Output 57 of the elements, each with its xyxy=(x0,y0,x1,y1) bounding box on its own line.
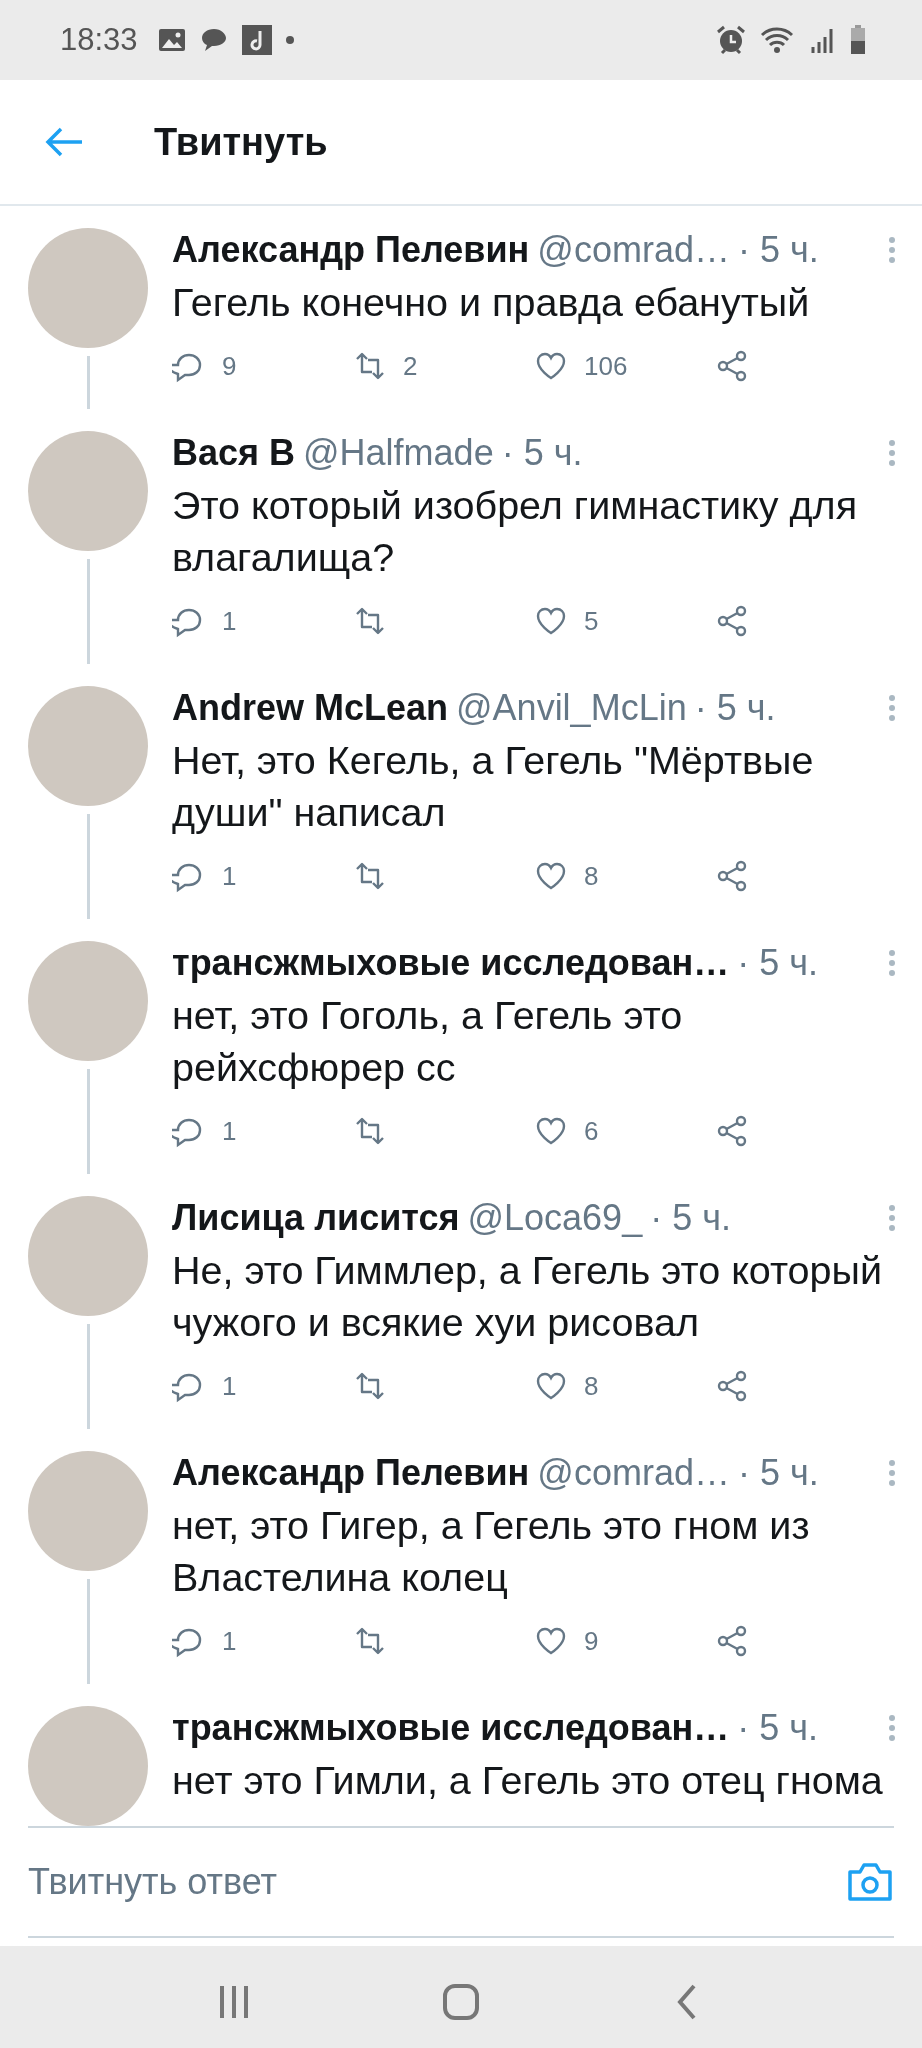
like-count: 8 xyxy=(584,1370,599,1402)
share-icon[interactable] xyxy=(715,349,749,383)
reply-count: 9 xyxy=(222,350,237,382)
user-handle: @Halfmade xyxy=(303,432,494,474)
tweet-text: Гегель конечно и правда ебанутый xyxy=(172,279,811,326)
user-name[interactable]: Вася В xyxy=(172,432,296,474)
reply-count: 1 xyxy=(222,605,237,637)
share-icon[interactable] xyxy=(715,1369,749,1403)
user-name[interactable]: Лисица лисится xyxy=(172,1197,460,1239)
tweet-text: Нет, это Кегель, а Гегель "Мёртвые души" написал xyxy=(172,737,815,836)
user-name[interactable]: трансжмыховые исследован… xyxy=(172,1707,730,1749)
status-time: 18:33 xyxy=(60,22,138,58)
back-arrow-icon[interactable] xyxy=(44,126,84,158)
image-icon xyxy=(157,28,186,52)
share-icon[interactable] xyxy=(715,604,749,638)
reply-input-field[interactable]: Твитнуть ответ xyxy=(28,1832,846,1932)
tweet-text: Это который изобрел гимнастику для влагалища? xyxy=(172,482,859,581)
user-name[interactable]: Andrew McLean xyxy=(172,687,449,729)
share-icon[interactable] xyxy=(715,1624,749,1658)
tweet-time: · 5 ч. xyxy=(694,687,776,729)
dot-icon xyxy=(285,36,294,44)
tweet-text: нет, это Гигер, а Гегель это гном из Властелина колец xyxy=(172,1502,811,1601)
tweet-time: · 5 ч. xyxy=(501,432,583,474)
page-title: Твитнуть xyxy=(154,120,328,164)
wifi-icon xyxy=(760,25,796,55)
user-handle: @Anvil_McLin xyxy=(456,687,687,729)
like-count: 8 xyxy=(584,860,599,892)
user-handle: @comrad… xyxy=(537,229,730,271)
share-icon[interactable] xyxy=(715,1114,749,1148)
tweet-text: нет, это Гоголь, а Гегель это рейхсфюрер сс xyxy=(172,992,684,1091)
tweet-time: · 5 ч. xyxy=(737,942,818,984)
user-name[interactable]: Александр Пелевин xyxy=(172,1452,530,1494)
share-icon[interactable] xyxy=(715,859,749,893)
tweet-time: · 5 ч. xyxy=(737,1452,819,1494)
reply-count: 1 xyxy=(222,1115,237,1147)
reply-count: 1 xyxy=(222,1370,237,1402)
user-handle: @comrad… xyxy=(537,1452,730,1494)
tweet-text: Не, это Гиммлер, а Гегель это который чужого и всякие хуи рисовал xyxy=(172,1247,883,1346)
camera-icon[interactable] xyxy=(846,1862,894,1902)
music-app-icon xyxy=(241,25,272,55)
like-count: 6 xyxy=(584,1115,599,1147)
tweet-time: · 5 ч. xyxy=(650,1197,731,1239)
alarm-icon xyxy=(716,25,746,55)
reply-count: 1 xyxy=(222,1625,237,1657)
chat-bubble-icon xyxy=(199,27,228,53)
like-count: 5 xyxy=(584,605,599,637)
like-count: 9 xyxy=(584,1625,599,1657)
tweet-text: нет это Гимли, а Гегель это отец гнома xyxy=(172,1757,884,1804)
tweet-time: · 5 ч. xyxy=(737,229,819,271)
user-name[interactable]: трансжмыховые исследован… xyxy=(172,942,730,984)
retweet-count: 2 xyxy=(403,350,418,382)
tweet-time: · 5 ч. xyxy=(737,1707,818,1749)
user-name[interactable]: Александр Пелевин xyxy=(172,229,530,271)
like-count: 106 xyxy=(584,350,628,382)
battery-icon xyxy=(850,25,866,55)
reply-count: 1 xyxy=(222,860,237,892)
user-handle: @Loca69_ xyxy=(467,1197,643,1239)
